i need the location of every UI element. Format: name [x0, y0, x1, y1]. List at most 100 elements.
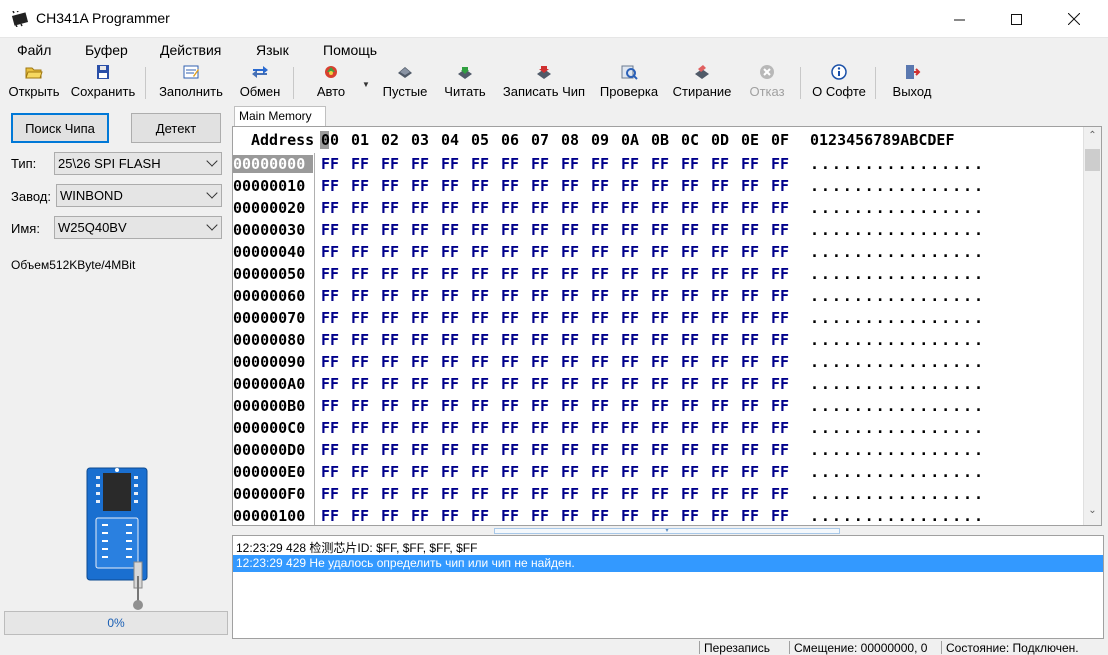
hex-byte[interactable]: FF — [411, 353, 429, 371]
hex-byte[interactable]: FF — [351, 507, 369, 525]
hex-byte[interactable]: FF — [441, 463, 459, 481]
hex-byte[interactable]: FF — [351, 155, 369, 173]
hex-byte[interactable]: FF — [441, 309, 459, 327]
hex-byte[interactable]: FF — [531, 243, 549, 261]
ascii-text[interactable]: ................ — [810, 199, 985, 217]
hex-byte[interactable]: FF — [411, 199, 429, 217]
hex-byte[interactable]: FF — [681, 331, 699, 349]
hex-byte[interactable]: FF — [411, 331, 429, 349]
log-line[interactable]: 12:23:29 428 检测芯片ID: $FF, $FF, $FF, $FF — [233, 538, 1103, 555]
hex-editor[interactable]: Address 0123456789ABCDEF 00 01 02 03 04 05 06 0… — [232, 126, 1102, 526]
hex-byte[interactable]: FF — [321, 309, 339, 327]
hex-byte[interactable]: FF — [501, 243, 519, 261]
hex-byte[interactable]: FF — [561, 507, 579, 525]
hex-byte[interactable]: FF — [591, 177, 609, 195]
maximize-button[interactable] — [993, 0, 1039, 38]
hex-byte[interactable]: FF — [531, 441, 549, 459]
hex-byte[interactable]: FF — [591, 463, 609, 481]
hex-byte[interactable]: FF — [711, 287, 729, 305]
hex-byte[interactable]: FF — [771, 155, 789, 173]
hex-byte[interactable]: FF — [321, 353, 339, 371]
hex-byte[interactable]: FF — [621, 507, 639, 525]
hex-byte[interactable]: FF — [411, 177, 429, 195]
hex-byte[interactable]: FF — [771, 353, 789, 371]
hex-byte[interactable]: FF — [471, 331, 489, 349]
hex-byte[interactable]: FF — [321, 419, 339, 437]
hex-byte[interactable]: FF — [531, 265, 549, 283]
hex-byte[interactable]: FF — [471, 463, 489, 481]
hex-byte[interactable]: FF — [651, 309, 669, 327]
hex-byte[interactable]: FF — [411, 309, 429, 327]
hex-byte[interactable]: FF — [441, 397, 459, 415]
hex-byte[interactable]: FF — [651, 353, 669, 371]
hex-byte[interactable]: FF — [501, 287, 519, 305]
hex-byte[interactable]: FF — [681, 155, 699, 173]
hex-byte[interactable]: FF — [561, 441, 579, 459]
hex-byte[interactable]: FF — [771, 397, 789, 415]
hex-byte[interactable]: FF — [711, 155, 729, 173]
hex-byte[interactable]: FF — [711, 485, 729, 503]
hex-byte[interactable]: FF — [681, 353, 699, 371]
hex-byte[interactable]: FF — [381, 221, 399, 239]
hex-byte[interactable]: FF — [561, 463, 579, 481]
ascii-text[interactable]: ................ — [810, 353, 985, 371]
hex-byte[interactable]: FF — [531, 375, 549, 393]
hex-byte[interactable]: FF — [471, 397, 489, 415]
hex-byte[interactable]: FF — [441, 221, 459, 239]
hex-byte[interactable]: FF — [771, 485, 789, 503]
hex-byte[interactable]: FF — [651, 397, 669, 415]
hex-byte[interactable]: FF — [681, 397, 699, 415]
hex-byte[interactable]: FF — [621, 199, 639, 217]
ascii-text[interactable]: ................ — [810, 287, 985, 305]
hex-byte[interactable]: FF — [411, 507, 429, 525]
hex-byte[interactable]: FF — [351, 177, 369, 195]
hex-byte[interactable]: FF — [651, 243, 669, 261]
chip-name-select[interactable]: W25Q40BV — [54, 216, 222, 239]
hex-byte[interactable]: FF — [711, 441, 729, 459]
auto-button[interactable]: Авто — [309, 62, 353, 104]
hex-byte[interactable]: FF — [381, 353, 399, 371]
hex-byte[interactable]: FF — [741, 221, 759, 239]
scroll-up-icon[interactable]: ⌃ — [1084, 130, 1101, 147]
hex-byte[interactable]: FF — [651, 199, 669, 217]
hex-byte[interactable]: FF — [711, 463, 729, 481]
hex-byte[interactable]: FF — [621, 441, 639, 459]
write-chip-button[interactable]: Записать Чип — [498, 62, 590, 104]
hex-byte[interactable]: FF — [681, 419, 699, 437]
hex-byte[interactable]: FF — [651, 221, 669, 239]
log-line-selected[interactable]: 12:23:29 429 Не удалось определить чип и… — [233, 555, 1103, 572]
hex-byte[interactable]: FF — [681, 221, 699, 239]
hex-byte[interactable]: FF — [321, 177, 339, 195]
hex-byte[interactable]: FF — [621, 177, 639, 195]
hex-byte[interactable]: FF — [621, 221, 639, 239]
hex-byte[interactable]: FF — [591, 397, 609, 415]
ascii-text[interactable]: ................ — [810, 243, 985, 261]
hex-byte[interactable]: FF — [501, 155, 519, 173]
hex-byte[interactable]: FF — [771, 463, 789, 481]
hex-byte[interactable]: FF — [681, 463, 699, 481]
hex-byte[interactable]: FF — [561, 419, 579, 437]
hex-byte[interactable]: FF — [651, 485, 669, 503]
hex-byte[interactable]: FF — [441, 155, 459, 173]
hex-byte[interactable]: FF — [711, 331, 729, 349]
hex-byte[interactable]: FF — [741, 353, 759, 371]
hex-byte[interactable]: FF — [651, 265, 669, 283]
hex-byte[interactable]: FF — [621, 155, 639, 173]
hex-byte[interactable]: FF — [381, 463, 399, 481]
hex-byte[interactable]: FF — [321, 265, 339, 283]
hex-byte[interactable]: FF — [621, 397, 639, 415]
hex-byte[interactable]: FF — [471, 265, 489, 283]
hex-byte[interactable]: FF — [591, 419, 609, 437]
hex-byte[interactable]: FF — [381, 419, 399, 437]
hex-byte[interactable]: FF — [741, 463, 759, 481]
hex-byte[interactable]: FF — [381, 155, 399, 173]
hex-byte[interactable]: FF — [501, 199, 519, 217]
hex-byte[interactable]: FF — [411, 243, 429, 261]
hex-byte[interactable]: FF — [501, 331, 519, 349]
ascii-text[interactable]: ................ — [810, 441, 985, 459]
hex-byte[interactable]: FF — [321, 243, 339, 261]
hex-byte[interactable]: FF — [501, 463, 519, 481]
hex-byte[interactable]: FF — [321, 375, 339, 393]
vertical-scrollbar[interactable]: ⌃ ⌄ — [1083, 127, 1101, 525]
ascii-text[interactable]: ................ — [810, 265, 985, 283]
